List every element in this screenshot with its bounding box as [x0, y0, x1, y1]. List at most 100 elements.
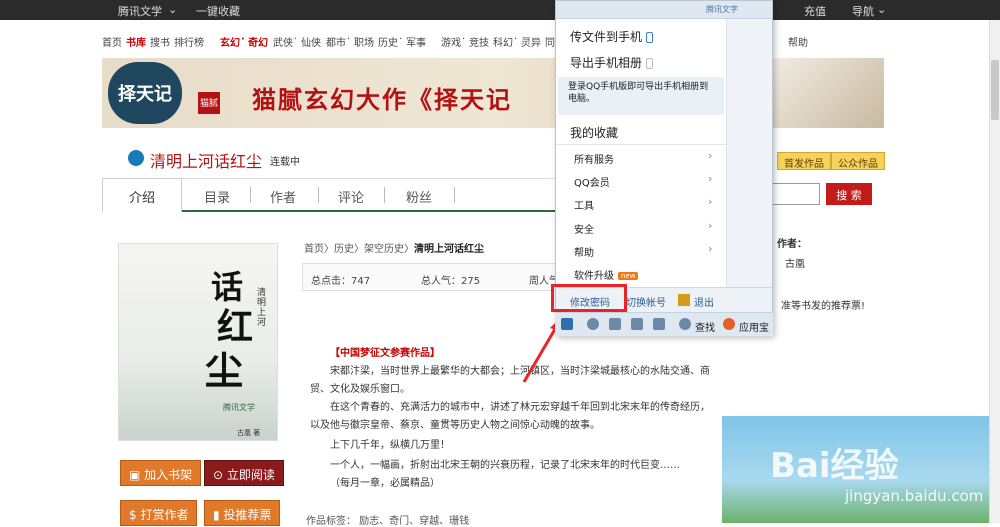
nav-rank[interactable]: 排行榜 — [174, 34, 204, 49]
brand-link[interactable]: 腾讯文学 — [118, 3, 162, 19]
nav-jingji[interactable]: 竞技 — [469, 34, 489, 49]
author-name[interactable]: 古凰 — [785, 255, 805, 270]
nav-dot: · — [399, 34, 403, 45]
ticket-icon: ▮ — [213, 508, 224, 522]
menu-divider — [556, 144, 726, 145]
crumb-subcategory[interactable]: 架空历史 — [364, 244, 404, 255]
appstore-button[interactable]: 应用宝 — [739, 319, 769, 334]
new-badge: new — [618, 272, 639, 280]
logout-icon — [678, 294, 690, 306]
appstore-icon[interactable] — [723, 318, 735, 330]
favorites-item[interactable]: 我的收藏 — [570, 124, 618, 141]
highlight-box — [551, 284, 627, 312]
security-item[interactable]: 安全 — [574, 221, 594, 236]
cover-author: 古凰 著 — [237, 429, 261, 437]
bookmark-icon[interactable] — [653, 318, 665, 330]
add-shelf-label: 加入书架 — [144, 468, 193, 482]
recommend-text: 准等书发的推荐票! — [781, 301, 866, 312]
nav-xianxia[interactable]: 仙侠 — [301, 34, 321, 49]
desc-p2b: 以及他与徽宗皇帝、蔡京、童贯等历史人物之间惊心动魄的故事。 — [310, 420, 600, 431]
desc-p2: 在这个青春的、充满活力的城市中，讲述了林元宏穿越千年回到北宋末年的传奇经历， — [330, 402, 710, 413]
nav-library[interactable]: 书库 — [126, 34, 146, 49]
banner-logo: 择天记 — [108, 62, 182, 124]
upgrade-item[interactable]: 软件升级 new — [574, 267, 639, 282]
volume-icon[interactable] — [609, 318, 621, 330]
vote-label: 投推荐票 — [223, 508, 272, 522]
nav-dot: · — [294, 34, 298, 45]
stat-clicks: 总点击：747 — [311, 276, 371, 287]
nav-dushi[interactable]: 都市 — [326, 34, 346, 49]
all-services-item[interactable]: 所有服务 — [574, 151, 614, 166]
tab-catalog[interactable]: 目录 — [204, 187, 230, 206]
crumb-book: 清明上河话红尘 — [414, 244, 484, 255]
cover-char-3: 尘 — [205, 348, 244, 393]
crumb-category[interactable]: 历史 — [334, 244, 354, 255]
logout-link[interactable]: 退出 — [694, 294, 714, 309]
reward-author-button[interactable]: $ 打赏作者 — [120, 500, 198, 526]
export-album-item[interactable]: 导出手机相册 — [570, 54, 654, 71]
nav-dot: · — [347, 34, 351, 45]
search-icon[interactable] — [679, 318, 691, 330]
nav-xuanhuan[interactable]: 玄幻 — [220, 34, 240, 49]
watermark-url: jingyan.baidu.com — [845, 487, 984, 505]
nav-youxi[interactable]: 游戏 — [441, 34, 461, 49]
recharge-link[interactable]: 充值 — [804, 3, 826, 19]
nav-lishi[interactable]: 历史 — [378, 34, 398, 49]
award-text: 【中国梦征文参赛作品】 — [330, 348, 440, 359]
nav-home[interactable]: 首页 — [102, 34, 122, 49]
banner-figure-image — [764, 58, 884, 128]
help-item[interactable]: 帮助 — [574, 244, 594, 259]
tag-public[interactable]: 公众作品 — [831, 152, 885, 170]
nav-qihuan[interactable]: 奇幻 — [248, 34, 268, 49]
nav-menu[interactable]: 导航 — [852, 3, 874, 19]
chevron-down-icon[interactable]: ⌄ — [877, 3, 886, 16]
vote-button[interactable]: ▮ 投推荐票 — [204, 500, 281, 526]
read-now-button[interactable]: ⊙ 立即阅读 — [204, 460, 284, 486]
nav-tong[interactable]: 同 — [545, 34, 555, 49]
tab-comments[interactable]: 评论 — [338, 187, 364, 206]
nav-kehuan[interactable]: 科幻 — [493, 34, 513, 49]
tab-fans[interactable]: 粉丝 — [406, 187, 432, 206]
chevron-right-icon: › — [708, 219, 713, 232]
export-note: 登录QQ手机版即可导出手机相册到电脑。 — [558, 77, 724, 115]
category-nav: 首页 书库 搜书 排行榜 玄幻 · 奇幻 武侠 · 仙侠 都市 · 职场 历史 … — [0, 28, 1000, 52]
add-shelf-button[interactable]: ▣ 加入书架 — [120, 460, 202, 486]
settings-icon[interactable] — [587, 318, 599, 330]
nav-wuxia[interactable]: 武侠 — [273, 34, 293, 49]
find-button[interactable]: 查找 — [695, 319, 715, 334]
tab-divider — [318, 187, 319, 203]
book-cover[interactable]: 话 红 尘 清明上河 腾讯文学 古凰 著 — [118, 243, 278, 441]
qq-vip-item[interactable]: QQ会员 — [574, 174, 610, 189]
folder-icon[interactable] — [631, 318, 643, 330]
crumb-home[interactable]: 首页 — [304, 244, 324, 255]
search-button[interactable]: 搜 索 — [826, 183, 872, 205]
nav-zhichang[interactable]: 职场 — [354, 34, 374, 49]
chevron-right-icon: › — [708, 242, 713, 255]
author-label: 作者： — [777, 239, 807, 250]
nav-lingyi[interactable]: 灵异 — [521, 34, 541, 49]
nav-help[interactable]: 帮助 — [788, 34, 808, 49]
send-to-phone-label: 传文件到手机 — [570, 30, 643, 44]
serial-status: 连载中 — [270, 157, 300, 168]
send-to-phone-item[interactable]: 传文件到手机 — [570, 28, 654, 45]
tab-intro[interactable]: 介绍 — [102, 178, 182, 212]
scrollbar-thumb[interactable] — [991, 60, 999, 120]
favorite-link[interactable]: 一键收藏 — [196, 3, 240, 19]
menu-header: 腾讯文字 — [556, 1, 772, 19]
tag-first-release[interactable]: 首发作品 — [777, 152, 831, 170]
chevron-right-icon: › — [708, 172, 713, 185]
baidu-watermark: Bai经验 — [770, 446, 899, 486]
tools-item[interactable]: 工具 — [574, 197, 594, 212]
nav-junshi[interactable]: 军事 — [406, 34, 426, 49]
tab-divider — [384, 187, 385, 203]
stats-bar: 总点击：747 总人气：275 周人气：38 — [302, 263, 582, 291]
switch-account-link[interactable]: 切换帐号 — [626, 294, 666, 309]
tab-author[interactable]: 作者 — [270, 187, 296, 206]
qq-toolbar: 查找 应用宝 — [555, 312, 773, 336]
nav-search[interactable]: 搜书 — [150, 34, 170, 49]
main-menu-icon[interactable] — [561, 318, 573, 330]
qq-penguin-icon — [128, 150, 144, 166]
chevron-down-icon[interactable]: ⌄ — [168, 3, 177, 16]
reward-label: 打赏作者 — [140, 508, 189, 522]
page-scrollbar[interactable] — [989, 20, 1000, 523]
